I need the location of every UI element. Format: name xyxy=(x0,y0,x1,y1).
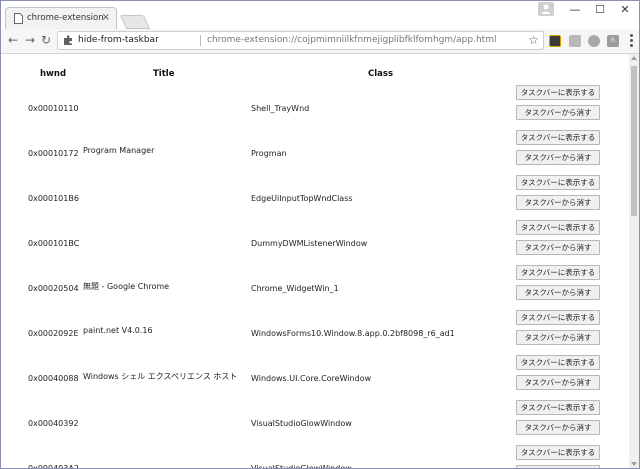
show-in-taskbar-button[interactable]: タスクバーに表示する xyxy=(516,220,600,235)
table-row: 0x00040392 VisualStudioGlowWindow タスクバーに表示… xyxy=(1,400,629,445)
forward-button[interactable]: → xyxy=(22,32,38,48)
hwnd-cell: 0x00010110 xyxy=(28,104,79,113)
title-cell: paint.net V4.0.16 xyxy=(83,326,153,335)
url-text: chrome-extension://cojpmimniilkfnmejigpl… xyxy=(207,35,497,45)
page-icon xyxy=(14,13,23,24)
scroll-up-icon[interactable] xyxy=(631,56,637,60)
extension-puzzle-icon xyxy=(64,35,72,45)
hwnd-cell: 0x00040088 xyxy=(28,374,79,383)
hide-from-taskbar-button[interactable]: タスクバーから消す xyxy=(516,195,600,210)
class-cell: VisualStudioGlowWindow xyxy=(251,419,352,428)
hwnd-cell: 0x000101BC xyxy=(28,239,80,248)
person-icon xyxy=(541,4,551,14)
class-cell: Windows.UI.Core.CoreWindow xyxy=(251,374,372,383)
hwnd-cell: 0x00020504 xyxy=(28,284,79,293)
class-cell: Progman xyxy=(251,149,287,158)
class-cell: VisualStudioGlowWindow xyxy=(251,464,352,468)
title-cell: 無題 - Google Chrome xyxy=(83,282,170,291)
close-tab-icon[interactable]: × xyxy=(102,12,110,24)
hide-from-taskbar-button[interactable]: タスクバーから消す xyxy=(516,240,600,255)
table-row: 0x00010110 Shell_TrayWnd タスクバーに表示する タスクバーから… xyxy=(1,85,629,130)
show-in-taskbar-button[interactable]: タスクバーに表示する xyxy=(516,400,600,415)
menu-icon[interactable] xyxy=(628,33,634,49)
column-header-hwnd: hwnd xyxy=(40,69,67,79)
show-in-taskbar-button[interactable]: タスクバーに表示する xyxy=(516,355,600,370)
table-row: 0x000101B6 EdgeUiInputTopWndClass タスクバーに表示… xyxy=(1,175,629,220)
tab-app[interactable]: chrome-extension://cojp × xyxy=(5,7,117,29)
hide-from-taskbar-button[interactable]: タスクバーから消す xyxy=(516,105,600,120)
minimize-button[interactable]: — xyxy=(567,1,583,19)
show-in-taskbar-button[interactable]: タスクバーに表示する xyxy=(516,175,600,190)
hwnd-cell: 0x000403A2 xyxy=(28,464,79,468)
table-row: 0x00020504 無題 - Google Chrome Chrome_Widge… xyxy=(1,265,629,310)
table-row: 0x00010172 Program Manager Progman タスクバーに表示… xyxy=(1,130,629,175)
table-row: 0x000403A2 VisualStudioGlowWindow タスクバーに表示… xyxy=(1,445,629,468)
scrollbar-thumb[interactable] xyxy=(631,66,637,216)
page-content: hwnd Title Class 0x00010110 Shell_TrayWnd… xyxy=(1,54,629,468)
maximize-button[interactable]: ☐ xyxy=(593,1,607,19)
title-cell: Windows シェル エクスペリエンス ホスト xyxy=(83,372,238,381)
hwnd-cell: 0x00010172 xyxy=(28,149,79,158)
vertical-scrollbar[interactable] xyxy=(629,54,639,468)
extension-icon-3[interactable] xyxy=(588,35,600,47)
browser-toolbar: ← → ↻ hide-from-taskbar chrome-extension… xyxy=(1,29,639,54)
tab-title: chrome-extension://cojp xyxy=(27,13,103,23)
browser-window: chrome-extension://cojp × — ☐ ✕ ← → ↻ hi… xyxy=(0,0,640,469)
class-cell: DummyDWMListenerWindow xyxy=(251,239,368,248)
hwnd-cell: 0x00040392 xyxy=(28,419,79,428)
address-separator xyxy=(200,35,201,46)
bookmark-star-icon[interactable]: ☆ xyxy=(528,33,539,47)
hide-from-taskbar-button[interactable]: タスクバーから消す xyxy=(516,375,600,390)
close-window-button[interactable]: ✕ xyxy=(618,1,632,19)
scroll-down-icon[interactable] xyxy=(631,462,637,466)
class-cell: Shell_TrayWnd xyxy=(251,104,310,113)
table-row: 0x000101BC DummyDWMListenerWindow タスクバーに表示… xyxy=(1,220,629,265)
site-name: hide-from-taskbar xyxy=(78,35,159,45)
column-header-title: Title xyxy=(153,69,175,79)
reload-button[interactable]: ↻ xyxy=(38,32,54,48)
extension-icon-4[interactable]: h xyxy=(607,35,619,47)
show-in-taskbar-button[interactable]: タスクバーに表示する xyxy=(516,130,600,145)
warning-extension-icon[interactable] xyxy=(549,35,561,47)
address-bar[interactable]: hide-from-taskbar chrome-extension://coj… xyxy=(57,31,544,50)
show-in-taskbar-button[interactable]: タスクバーに表示する xyxy=(516,310,600,325)
show-in-taskbar-button[interactable]: タスクバーに表示する xyxy=(516,445,600,460)
tab-strip: chrome-extension://cojp × — ☐ ✕ xyxy=(1,1,639,29)
class-cell: Chrome_WidgetWin_1 xyxy=(251,284,339,293)
class-cell: WindowsForms10.Window.8.app.0.2bf8098_r6… xyxy=(251,329,455,338)
profile-icon[interactable] xyxy=(538,2,554,16)
hide-from-taskbar-button[interactable]: タスクバーから消す xyxy=(516,150,600,165)
class-cell: EdgeUiInputTopWndClass xyxy=(251,194,353,203)
back-button[interactable]: ← xyxy=(5,32,21,48)
show-in-taskbar-button[interactable]: タスクバーに表示する xyxy=(516,265,600,280)
new-tab-button[interactable] xyxy=(119,15,151,29)
table-row: 0x00040088 Windows シェル エクスペリエンス ホスト Window… xyxy=(1,355,629,400)
column-header-class: Class xyxy=(368,69,394,79)
hide-from-taskbar-button[interactable]: タスクバーから消す xyxy=(516,420,600,435)
show-in-taskbar-button[interactable]: タスクバーに表示する xyxy=(516,85,600,100)
table-row: 0x0002092E paint.net V4.0.16 WindowsForms1… xyxy=(1,310,629,355)
extension-icon-2[interactable] xyxy=(569,35,581,47)
hwnd-cell: 0x000101B6 xyxy=(28,194,79,203)
title-cell: Program Manager xyxy=(83,146,155,155)
hide-from-taskbar-button[interactable]: タスクバーから消す xyxy=(516,330,600,345)
hide-from-taskbar-button[interactable]: タスクバーから消す xyxy=(516,465,600,468)
hwnd-cell: 0x0002092E xyxy=(28,329,79,338)
hide-from-taskbar-button[interactable]: タスクバーから消す xyxy=(516,285,600,300)
